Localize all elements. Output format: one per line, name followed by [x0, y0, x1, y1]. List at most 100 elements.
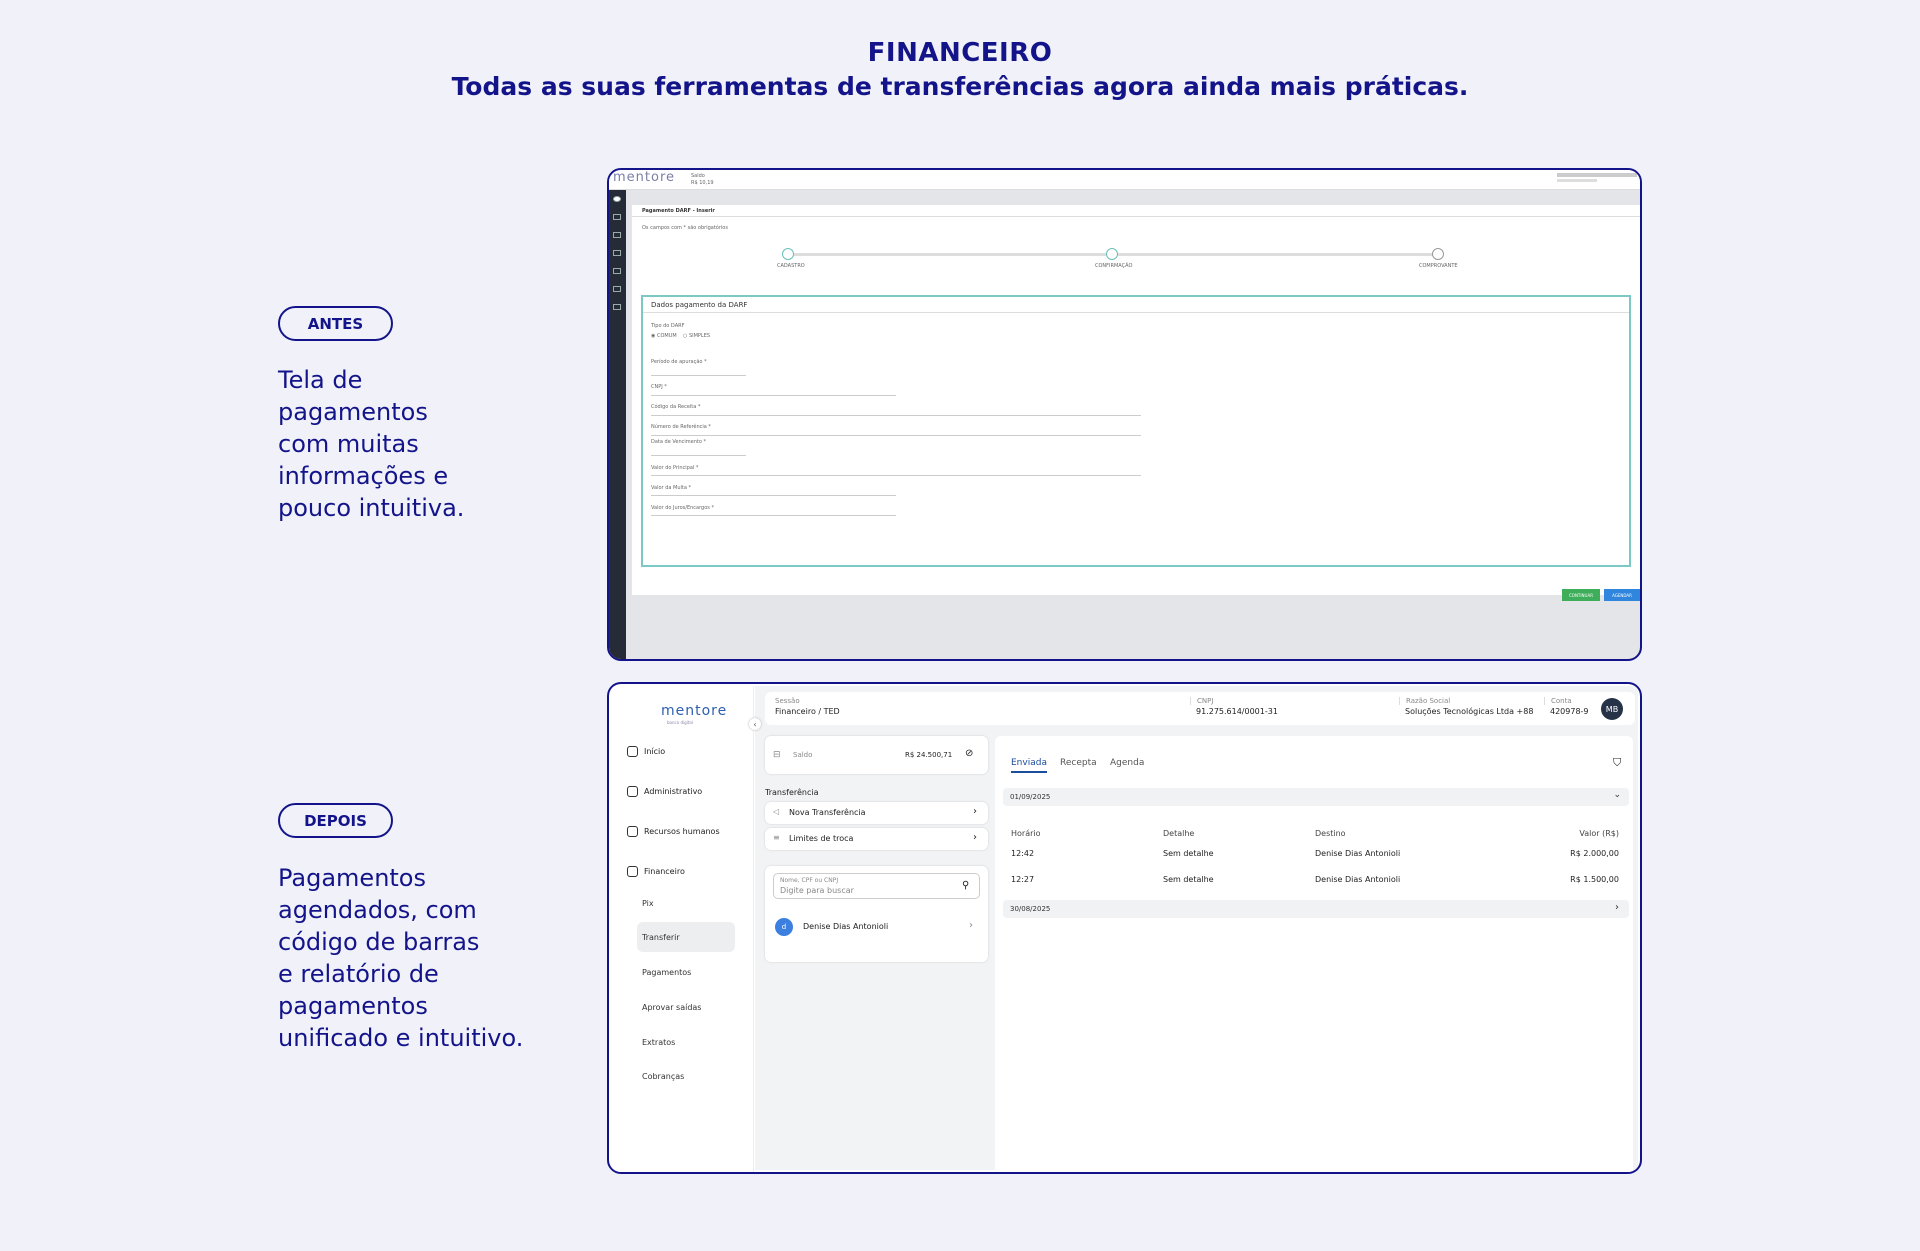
menu-icon[interactable] [613, 250, 621, 256]
before-line: Tela de [278, 366, 363, 394]
hero-title: FINANCEIRO [867, 38, 1053, 68]
search-icon[interactable]: ⚲ [962, 880, 969, 891]
radio-simples[interactable]: ○ SIMPLES [683, 333, 710, 339]
old-topbar: mentore Saldo R$ 10,19 [609, 170, 1640, 190]
row-detail: Sem detalhe [1163, 849, 1214, 858]
field-label: Número de Referência * [651, 424, 711, 430]
action-label: Nova Transferência [789, 808, 866, 817]
menu-icon[interactable] [613, 214, 621, 220]
hero: FINANCEIRO Todas as suas ferramentas de … [0, 36, 1920, 104]
before-line: informações e [278, 462, 449, 490]
field-input[interactable] [651, 375, 746, 376]
collapse-sidebar-button[interactable]: ‹ [749, 718, 761, 730]
action-label: Limites de troca [789, 834, 854, 843]
transfer-heading: Transferência [765, 788, 819, 797]
field-label: CNPJ * [651, 384, 667, 390]
chevron-right-icon: › [973, 832, 977, 843]
field-input[interactable] [651, 455, 746, 456]
field-input[interactable] [651, 475, 1141, 476]
group-date: 01/09/2025 [1010, 793, 1051, 801]
old-window-bar: Pagamento DARF - Inserir [632, 205, 1640, 217]
people-icon [627, 826, 638, 837]
row-time: 12:27 [1011, 875, 1035, 884]
radio-comum[interactable]: ◉ COMUM [651, 333, 677, 339]
step-circle [1432, 248, 1444, 260]
old-saldo-label: Saldo [691, 173, 705, 179]
row-time: 12:42 [1011, 849, 1035, 858]
limits-button[interactable]: ≡ Limites de troca › [765, 828, 988, 850]
column-header: Destino [1315, 829, 1346, 838]
chevron-down-icon: ⌄ [1613, 790, 1621, 800]
field-label: Valor da Multa * [651, 485, 692, 491]
menu-icon[interactable] [613, 232, 621, 238]
new-transfer-button[interactable]: ◁ Nova Transferência › [765, 802, 988, 824]
schedule-button[interactable]: AGENDAR [1604, 589, 1640, 601]
field-input[interactable] [651, 495, 896, 496]
wallet-icon [627, 866, 638, 877]
field-label: Valor do Principal * [651, 465, 699, 471]
old-logo: mentore [613, 170, 676, 185]
date-group-header[interactable]: 30/08/2025 › [1003, 900, 1629, 918]
row-destination: Denise Dias Antonioli [1315, 849, 1401, 858]
nav-item-inicio[interactable]: Início [627, 746, 665, 757]
subnav-aprovar-saidas[interactable]: Aprovar saídas [642, 1003, 701, 1012]
after-description: Pagamentos agendados, com código de barr… [278, 862, 578, 1054]
filter-icon[interactable]: ⛉ [1613, 756, 1621, 770]
before-line: com muitas [278, 430, 419, 458]
home-icon[interactable] [613, 196, 621, 202]
cnpj-label: CNPJ [1190, 697, 1213, 705]
subnav-pagamentos[interactable]: Pagamentos [642, 968, 691, 977]
subnav-extratos[interactable]: Extratos [642, 1038, 675, 1047]
eye-off-icon[interactable]: ⊘ [965, 748, 973, 759]
menu-icon[interactable] [613, 268, 621, 274]
old-window-title: Pagamento DARF - Inserir [642, 208, 715, 214]
step-circle [1106, 248, 1118, 260]
avatar[interactable]: MB [1601, 698, 1623, 720]
nav-label: Recursos humanos [644, 827, 720, 836]
nav-item-financeiro[interactable]: Financeiro [627, 866, 685, 877]
hero-subtitle: Todas as suas ferramentas de transferênc… [451, 72, 1469, 101]
field-input[interactable] [651, 435, 1141, 436]
before-description: Tela de pagamentos com muitas informaçõe… [278, 364, 578, 524]
field-input[interactable] [651, 515, 896, 516]
after-line: agendados, com [278, 896, 477, 924]
after-line: e relatório de [278, 960, 439, 988]
field-label: Valor do Juros/Encargos * [651, 505, 714, 511]
subnav-pix[interactable]: Pix [642, 899, 654, 908]
tab-recepta[interactable]: Recepta [1060, 758, 1097, 768]
subnav-cobrancas[interactable]: Cobranças [642, 1072, 684, 1081]
nav-item-administrativo[interactable]: Administrativo [627, 786, 702, 797]
continue-button[interactable]: CONTINUAR [1562, 589, 1600, 601]
step-label: COMPROVANTE [1419, 263, 1458, 269]
contact-item[interactable]: d Denise Dias Antonioli › [773, 916, 980, 940]
nav-item-recursos-humanos[interactable]: Recursos humanos [627, 826, 720, 837]
tab-enviada[interactable]: Enviada [1011, 758, 1047, 773]
tab-agenda[interactable]: Agenda [1110, 758, 1144, 768]
search-label: Nome, CPF ou CNPJ [780, 877, 839, 884]
after-line: unificado e intuitivo. [278, 1024, 524, 1052]
old-required-note: Os campos com * são obrigatórios [642, 225, 728, 231]
old-saldo-value: R$ 10,19 [691, 180, 714, 186]
column-header: Valor (R$) [1579, 829, 1619, 838]
old-header-text [1557, 179, 1597, 182]
date-group-header[interactable]: 01/09/2025 ⌄ [1003, 788, 1629, 806]
logo[interactable]: mentore [661, 703, 727, 719]
old-form-card: Dados pagamento da DARF Tipo do DARF ◉ C… [641, 295, 1631, 567]
step-circle [782, 248, 794, 260]
conta-label: Conta [1544, 697, 1572, 705]
old-header-text [1557, 173, 1637, 177]
chevron-right-icon: › [973, 806, 977, 817]
search-input[interactable]: Nome, CPF ou CNPJ Digite para buscar ⚲ [773, 873, 980, 899]
razao-value: Soluções Tecnológicas Ltda +88 [1405, 707, 1534, 716]
before-screenshot: mentore Saldo R$ 10,19 Pagamento DARF - … [607, 168, 1642, 661]
before-line: pagamentos [278, 398, 428, 426]
menu-icon[interactable] [613, 286, 621, 292]
field-input[interactable] [651, 415, 1141, 416]
wrench-icon [627, 786, 638, 797]
group-date: 30/08/2025 [1010, 905, 1051, 913]
row-value: R$ 1.500,00 [1570, 875, 1619, 884]
field-input[interactable] [651, 395, 896, 396]
send-icon: ◁ [773, 807, 780, 816]
subnav-transferir[interactable]: Transferir [637, 922, 735, 952]
menu-icon[interactable] [613, 304, 621, 310]
